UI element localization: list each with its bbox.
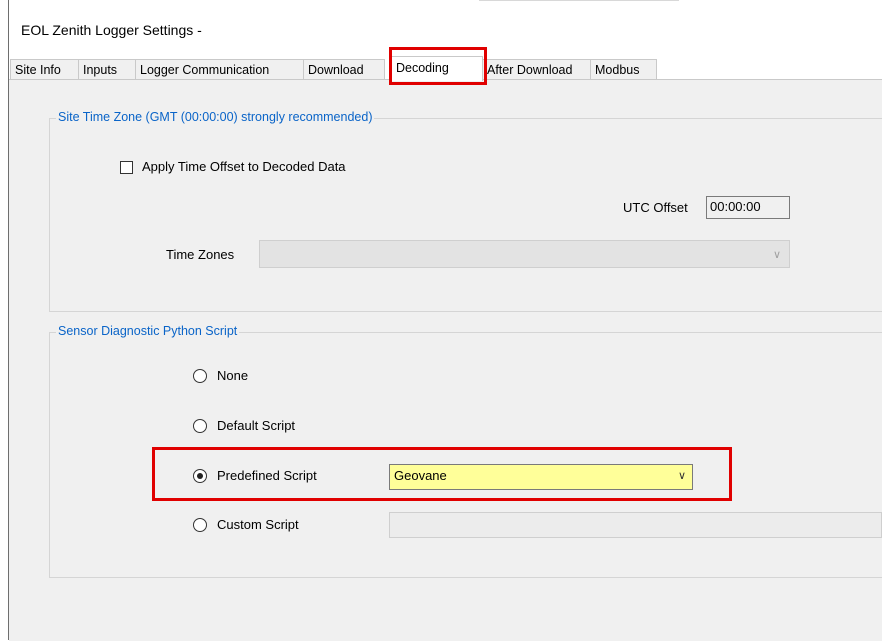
decoding-page: Site Time Zone (GMT (00:00:00) strongly … [9, 79, 882, 641]
time-zones-label: Time Zones [166, 247, 235, 262]
tab-label: After Download [487, 63, 573, 77]
tab-label: Modbus [595, 63, 640, 77]
tab-label: Download [308, 63, 364, 77]
tab-modbus[interactable]: Modbus [590, 59, 657, 79]
tab-highlight-frame [389, 47, 487, 85]
predefined-highlight-frame [152, 447, 732, 501]
tab-label: Site Info [15, 63, 61, 77]
tab-after-download[interactable]: After Download [482, 59, 591, 79]
window-title: EOL Zenith Logger Settings - [21, 22, 202, 38]
time-zone-group-legend: Site Time Zone (GMT (00:00:00) strongly … [56, 110, 375, 124]
apply-offset-label: Apply Time Offset to Decoded Data [142, 159, 346, 174]
utc-offset-value: 00:00:00 [710, 199, 761, 214]
utc-offset-label: UTC Offset [623, 200, 688, 215]
tab-label: Inputs [83, 63, 118, 77]
tab-inputs[interactable]: Inputs [78, 59, 136, 79]
chevron-down-icon: ∨ [772, 249, 781, 261]
tab-logger-communication[interactable]: Logger Communication [135, 59, 304, 79]
title-bar-divider [479, 0, 679, 1]
radio-default-script[interactable] [193, 419, 207, 433]
apply-offset-checkbox[interactable] [120, 161, 133, 174]
time-zone-group: Site Time Zone (GMT (00:00:00) strongly … [49, 110, 882, 312]
tab-label: Logger Communication [140, 63, 270, 77]
radio-none[interactable] [193, 369, 207, 383]
time-zones-dropdown[interactable]: ∨ [259, 240, 790, 268]
script-group-legend: Sensor Diagnostic Python Script [56, 324, 240, 338]
utc-offset-field[interactable]: 00:00:00 [706, 196, 790, 219]
radio-custom-script[interactable] [193, 518, 207, 532]
custom-script-field[interactable] [389, 512, 882, 538]
tab-site-info[interactable]: Site Info [10, 59, 79, 79]
tab-download[interactable]: Download [303, 59, 385, 79]
radio-none-label: None [217, 368, 249, 383]
title-bar: EOL Zenith Logger Settings - [9, 0, 882, 50]
settings-window: EOL Zenith Logger Settings - Site Info I… [8, 0, 882, 641]
radio-default-script-label: Default Script [217, 418, 296, 433]
radio-custom-script-label: Custom Script [217, 517, 299, 532]
